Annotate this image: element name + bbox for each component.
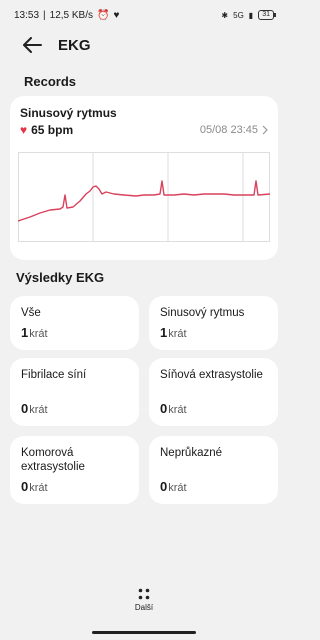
waveform-frame [18,152,270,242]
app-header: EKG [0,30,288,60]
back-button[interactable] [20,33,44,57]
more-button[interactable]: Další [124,588,164,620]
alarm-icon: ⏰ [97,9,110,21]
result-tile-count: 1 krát [160,325,187,340]
chevron-right-icon [262,125,268,135]
heart-icon: ♥ [113,9,120,21]
signal-label: 5G [233,10,244,20]
record-date: 05/08 23:45 [200,124,268,136]
battery-icon: 31 [258,10,276,20]
back-arrow-icon [23,37,42,53]
more-label: Další [134,603,154,612]
result-tile-count: 0 krát [160,401,187,416]
ekg-waveform-thumbnail [18,152,270,242]
record-title: Sinusový rytmus [20,106,117,120]
heart-rate: ♥ 65 bpm [20,123,73,137]
result-tile-label: Fibrilace síní [21,369,87,381]
home-indicator[interactable] [92,631,196,634]
result-tile-label: Komorová extrasystolie [21,447,85,473]
result-tile-count: 0 krát [160,479,187,494]
result-tile-ventricular-extrasystole[interactable]: Komorová extrasystolie 0 krát [10,436,139,504]
more-dots-icon [138,588,150,600]
result-tile-label: Vše [21,307,41,319]
status-speed: 12,5 KB/s [49,9,93,21]
result-tile-sinus-rhythm[interactable]: Sinusový rytmus 1 krát [149,296,278,350]
page-title: EKG [58,36,91,54]
result-tile-label: Neprůkazné [160,447,223,459]
result-tile-all[interactable]: Vše 1 krát [10,296,139,350]
heart-icon: ♥ [20,123,28,137]
bluetooth-icon: ✱ [221,10,229,20]
result-tile-count: 0 krát [21,401,48,416]
record-date-text: 05/08 23:45 [199,124,258,136]
result-tile-inconclusive[interactable]: Neprůkazné 0 krát [149,436,278,504]
ekg-record-card[interactable]: Sinusový rytmus ♥ 65 bpm 05/08 23:45 [10,96,278,260]
records-section-title: Records [24,74,77,89]
signal-icon: ▮ [248,10,254,20]
result-tile-count: 0 krát [21,479,48,494]
status-bar: 13:53 | 12,5 KB/s ⏰ ♥ ✱ 5G ▮ 31 [0,0,288,30]
status-time: 13:53 [14,9,40,21]
results-section-title: Výsledky EKG [16,270,105,285]
result-tile-label: Síňová extrasystolie [160,369,263,381]
result-tile-count: 1 krát [21,325,48,340]
result-tile-atrial-fibrillation[interactable]: Fibrilace síní 0 krát [10,358,139,426]
ekg-waveform-line [18,180,270,222]
result-tile-label: Sinusový rytmus [160,307,245,319]
result-tile-atrial-extrasystole[interactable]: Síňová extrasystolie 0 krát [149,358,278,426]
bpm-value: 65 bpm [31,123,74,137]
